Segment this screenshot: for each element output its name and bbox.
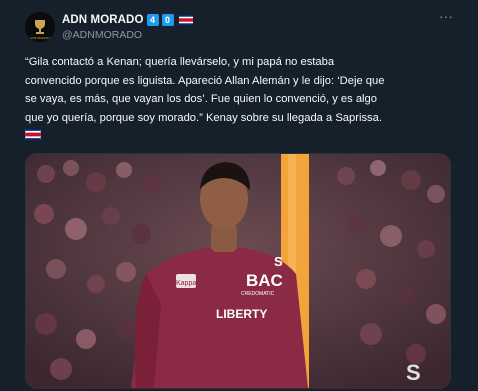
tweet-line: que yo quería, porque soy morado.” Kenay… bbox=[25, 111, 382, 124]
tweet-line: convencido porque es liguista. Apareció … bbox=[25, 74, 385, 87]
svg-text:ADN MORADO: ADN MORADO bbox=[29, 36, 51, 40]
kit-brand: Kappa bbox=[176, 280, 196, 287]
player-photo: BAC CREDOMATIC LIBERTY S Kappa S bbox=[26, 154, 450, 388]
tweet[interactable]: ADN MORADO ADN MORADO 4 0 @ADNMORADO ···… bbox=[0, 0, 478, 391]
club-crest: S bbox=[274, 254, 283, 269]
badge-first: 4 bbox=[146, 14, 159, 26]
tweet-photo[interactable]: BAC CREDOMATIC LIBERTY S Kappa S bbox=[25, 153, 451, 389]
tweet-line: “Gila contactó a Kenan; quería llevársel… bbox=[25, 56, 335, 68]
tweet-text: “Gila contactó a Kenan; quería llevársel… bbox=[25, 53, 455, 127]
tweet-line: se vaya, es más, que vayan los dos’. Fue… bbox=[25, 93, 377, 105]
more-icon[interactable]: ··· bbox=[439, 8, 453, 24]
sponsor-main: BAC bbox=[246, 271, 283, 290]
sponsor-chest: LIBERTY bbox=[216, 307, 267, 321]
corner-watermark: S bbox=[406, 360, 421, 385]
cup-logo-icon: ADN MORADO bbox=[25, 12, 55, 42]
sponsor-sub: CREDOMATIC bbox=[241, 291, 275, 297]
author-handle[interactable]: @ADNMORADO bbox=[62, 29, 142, 41]
badge-second: 0 bbox=[161, 14, 174, 26]
author-row: ADN MORADO 4 0 bbox=[62, 13, 193, 27]
costa-rica-flag-icon bbox=[178, 15, 193, 25]
display-name[interactable]: ADN MORADO bbox=[62, 14, 144, 26]
avatar[interactable]: ADN MORADO bbox=[25, 12, 55, 42]
costa-rica-flag-icon bbox=[25, 129, 41, 140]
